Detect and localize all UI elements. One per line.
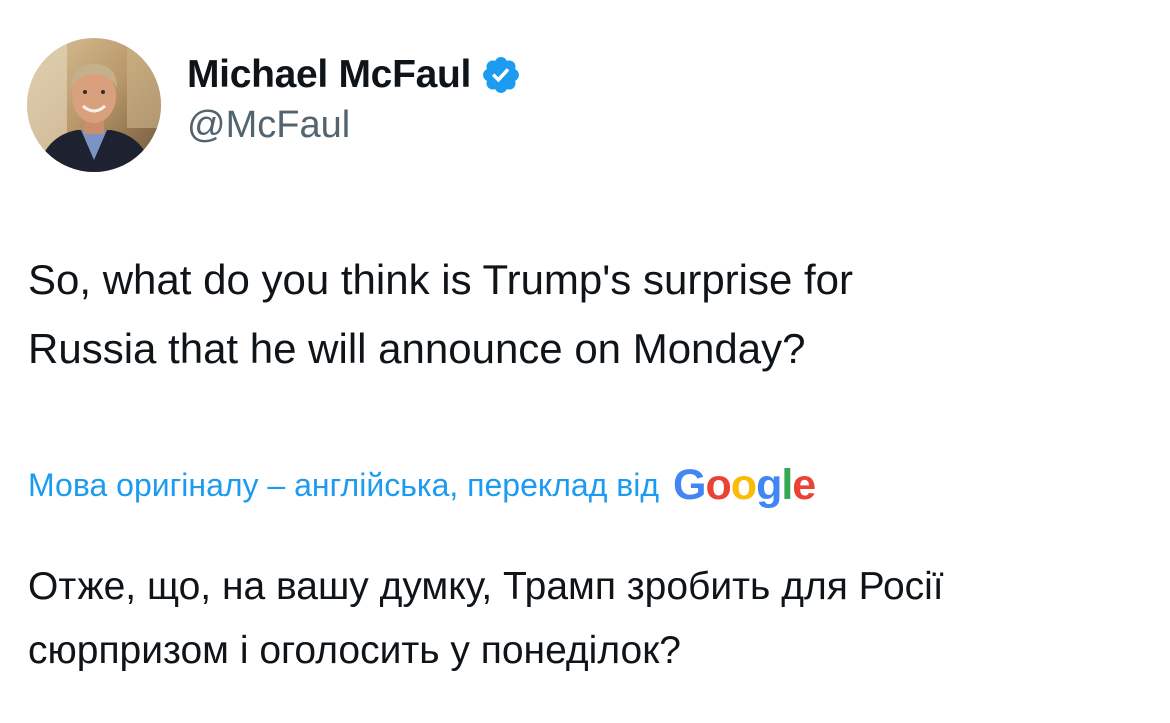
translation-attribution[interactable]: Мова оригіналу – англійська, переклад ві…: [28, 460, 816, 510]
google-logo-letter: g: [756, 460, 782, 509]
tweet-text-line: So, what do you think is Trump's surpris…: [28, 256, 854, 303]
verified-badge-icon: [480, 54, 522, 96]
google-logo-letter: o: [705, 460, 732, 509]
translated-text: Отже, що, на вашу думку, Трамп зробить д…: [28, 555, 1148, 683]
google-logo-letter: l: [781, 460, 793, 509]
user-handle[interactable]: @McFaul: [187, 104, 522, 147]
google-logo-letter: e: [792, 460, 816, 509]
google-logo-letter: o: [730, 460, 757, 509]
translation-label: Мова оригіналу – англійська, переклад ві…: [28, 466, 660, 503]
display-name[interactable]: Michael McFaul: [187, 53, 471, 97]
avatar[interactable]: [27, 38, 161, 172]
avatar-photo: [27, 38, 161, 172]
tweet-text-line: Russia that he will announce on Monday?: [28, 325, 806, 372]
google-logo: Google: [673, 460, 816, 509]
translated-text-line: Отже, що, на вашу думку, Трамп зробить д…: [28, 565, 944, 608]
tweet-text: So, what do you think is Trump's surpris…: [28, 245, 1148, 383]
google-logo-letter: G: [673, 460, 706, 509]
name-row: Michael McFaul: [187, 50, 522, 100]
tweet-card: Michael McFaul @McFaul So, what do you t…: [0, 0, 1170, 723]
translated-text-line: сюрпризом і оголосить у понеділок?: [28, 629, 681, 672]
author-block: Michael McFaul @McFaul: [187, 50, 522, 147]
